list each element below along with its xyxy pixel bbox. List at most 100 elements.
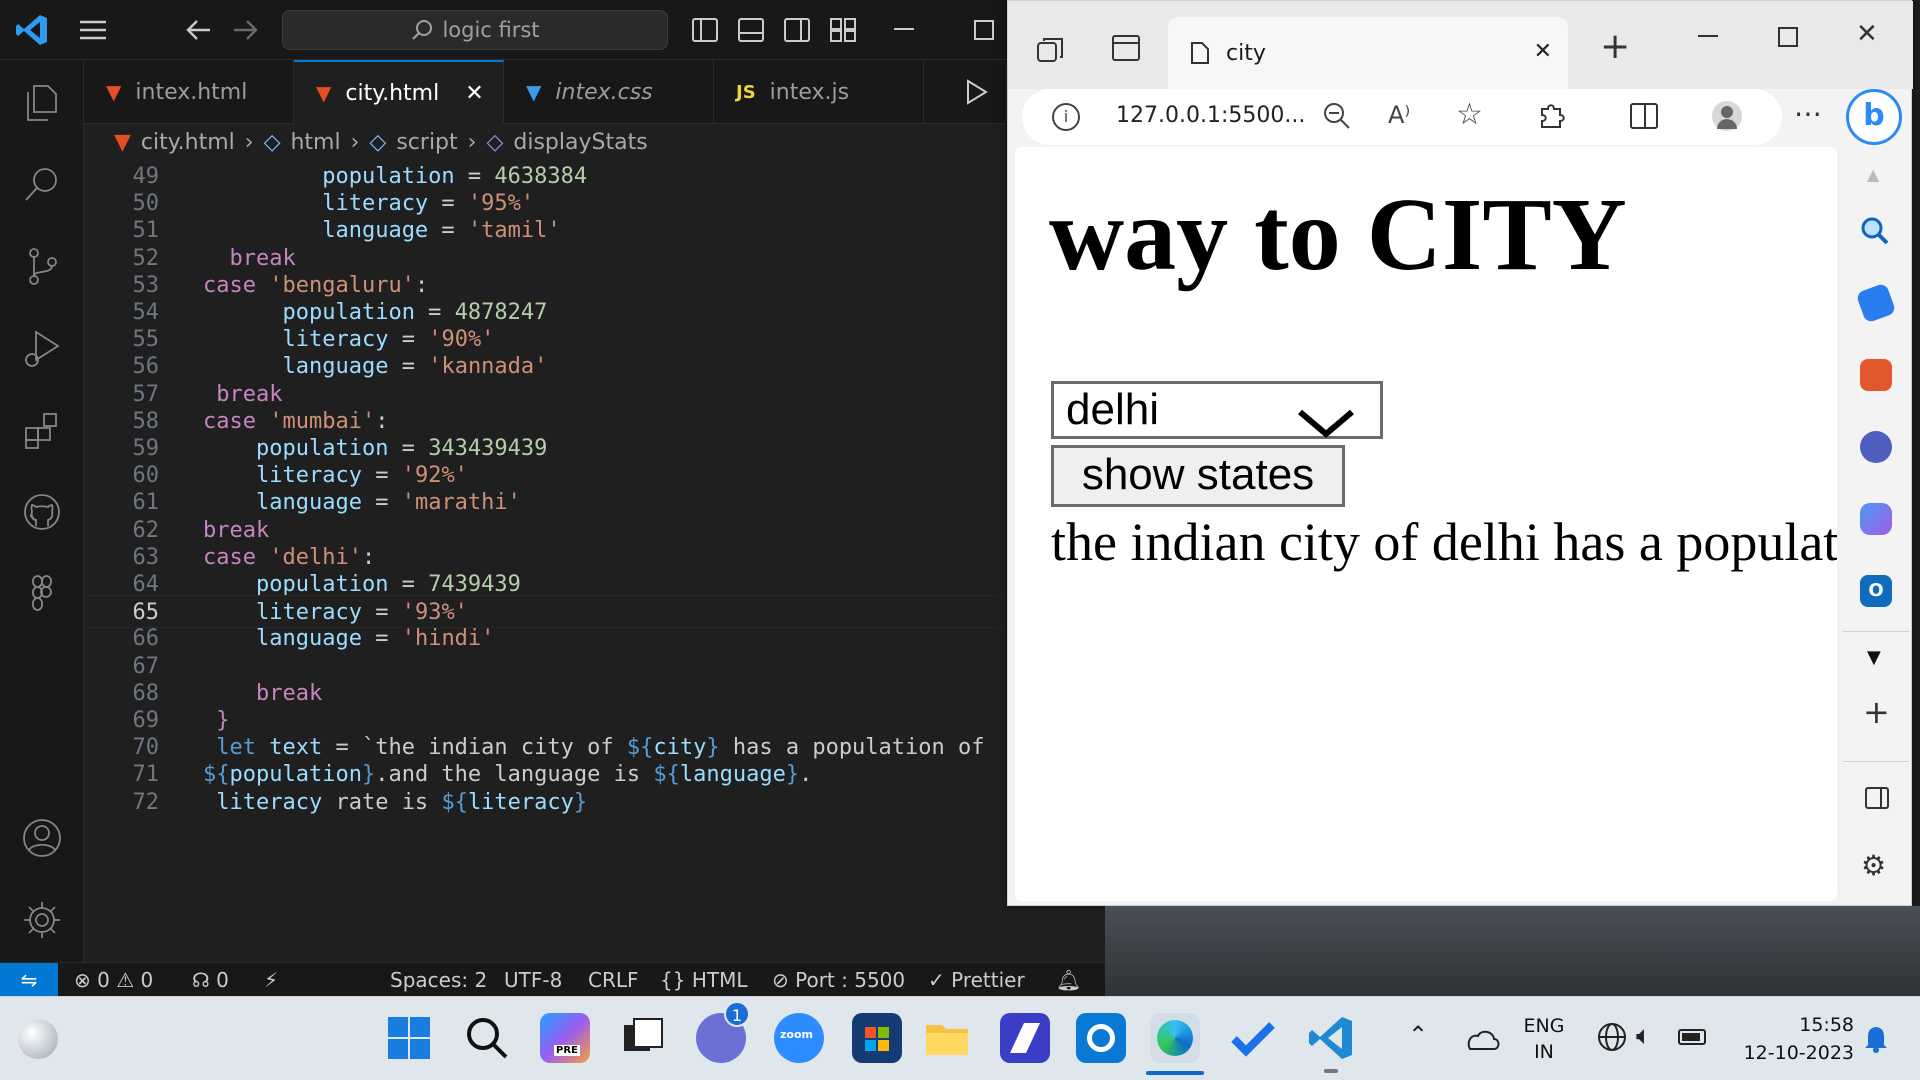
vscode-taskbar-icon[interactable]	[1306, 1013, 1356, 1073]
scroll-up-icon[interactable]: ▲	[1867, 165, 1879, 184]
volume-icon[interactable]: 🔈︎	[1636, 1021, 1652, 1052]
minimize-icon[interactable]	[1698, 35, 1718, 37]
tab-intex-html[interactable]: ▼ intex.html	[84, 60, 294, 124]
github-icon[interactable]	[18, 488, 66, 536]
account-icon[interactable]	[18, 814, 66, 862]
breadcrumb-script[interactable]: script	[396, 130, 457, 155]
maximize-icon[interactable]	[1778, 27, 1798, 47]
page-icon	[1190, 41, 1210, 65]
explorer-icon[interactable]	[18, 78, 66, 126]
clock-date: 12-10-2023	[1743, 1042, 1854, 1064]
teams-chat-icon[interactable]: 1	[696, 1001, 750, 1063]
cortana-icon[interactable]	[1076, 1013, 1126, 1063]
bell-icon[interactable]: 🔔︎	[1056, 963, 1081, 997]
notifications-bell-icon[interactable]	[1862, 1023, 1890, 1057]
lightning-icon[interactable]: ⚡	[264, 963, 278, 997]
code-line[interactable]: 72 literacy rate is ${literacy}	[84, 786, 1005, 819]
visual-studio-icon[interactable]	[1000, 1013, 1050, 1063]
vscode-logo-icon	[14, 12, 50, 48]
copilot-icon[interactable]: b	[1846, 89, 1902, 145]
zoom-icon[interactable]: zoom	[774, 1013, 824, 1063]
city-select[interactable]: delhi	[1051, 381, 1383, 439]
info-icon[interactable]: i	[1052, 103, 1080, 131]
encoding-status[interactable]: UTF-8	[504, 963, 562, 997]
menu-icon[interactable]	[78, 18, 108, 42]
split-screen-icon[interactable]	[1630, 103, 1658, 129]
source-control-icon[interactable]	[18, 242, 66, 290]
outlook-icon[interactable]: O	[1860, 575, 1892, 607]
toggle-primary-sidebar-icon[interactable]	[692, 18, 718, 42]
add-sidebar-app-icon[interactable]: +	[1863, 693, 1890, 731]
toggle-panel-icon[interactable]	[738, 18, 764, 42]
extensions-icon[interactable]	[18, 406, 66, 454]
settings-gear-icon[interactable]	[18, 896, 66, 944]
file-explorer-icon[interactable]	[922, 1013, 972, 1063]
browser-tab-city[interactable]: city ✕	[1168, 17, 1568, 89]
battery-icon[interactable]	[1678, 1029, 1706, 1045]
show-states-button[interactable]: show states	[1051, 445, 1345, 507]
run-icon[interactable]	[964, 78, 990, 106]
tab-intex-css[interactable]: ▼ intex.css	[504, 60, 714, 124]
close-tab-icon[interactable]: ✕	[465, 81, 483, 106]
code-text: literacy rate is ${literacy}	[216, 789, 588, 815]
copilot-preview-icon[interactable]: PRE	[540, 1013, 590, 1063]
clock[interactable]: 15:58 12-10-2023	[1730, 1011, 1854, 1067]
search-icon[interactable]	[462, 1013, 512, 1063]
run-debug-icon[interactable]	[18, 324, 66, 372]
indentation-status[interactable]: Spaces: 2	[390, 963, 487, 997]
close-tab-icon[interactable]: ✕	[1534, 39, 1552, 64]
favorite-star-icon[interactable]: ☆	[1456, 97, 1483, 132]
forward-arrow-icon[interactable]	[230, 16, 260, 44]
maximize-icon[interactable]	[974, 20, 994, 40]
games-icon[interactable]	[1860, 431, 1892, 463]
live-server-port-status[interactable]: ⊘ Port : 5500	[772, 963, 905, 997]
read-aloud-icon[interactable]: A⁾	[1388, 101, 1410, 129]
tab-intex-js[interactable]: JS intex.js	[714, 60, 924, 124]
onedrive-cloud-icon[interactable]	[1462, 1023, 1502, 1057]
address-bar[interactable]: i 127.0.0.1:5500... A⁾ ☆	[1022, 89, 1782, 145]
task-view-icon[interactable]	[618, 1013, 668, 1063]
show-hidden-icons-chevron-icon[interactable]: ⌃	[1408, 1021, 1428, 1049]
edge-browser-icon[interactable]	[1146, 1013, 1204, 1075]
search-icon[interactable]	[1859, 215, 1891, 251]
workspaces-icon[interactable]	[1036, 35, 1066, 63]
eol-status[interactable]: CRLF	[588, 963, 639, 997]
problems-indicator[interactable]: ⊗ 0 ⚠ 0	[74, 963, 153, 997]
toggle-secondary-sidebar-icon[interactable]	[784, 18, 810, 42]
zoom-out-icon[interactable]	[1322, 101, 1352, 137]
todo-check-icon[interactable]	[1228, 1013, 1278, 1063]
microsoft-365-icon[interactable]	[1860, 503, 1892, 535]
close-window-icon[interactable]: ✕	[1856, 19, 1878, 49]
figma-icon[interactable]	[18, 570, 66, 618]
tab-actions-icon[interactable]	[1112, 35, 1140, 61]
ports-indicator[interactable]: ☊ 0	[192, 963, 229, 997]
start-windows-icon[interactable]	[384, 1013, 434, 1063]
search-icon	[410, 18, 434, 42]
weather-widget-icon[interactable]	[18, 1019, 58, 1059]
customize-layout-icon[interactable]	[830, 18, 856, 42]
breadcrumb-file[interactable]: city.html	[141, 130, 235, 155]
language-mode-status[interactable]: {} HTML	[660, 963, 747, 997]
minimize-icon[interactable]	[894, 28, 914, 30]
sidebar-settings-gear-icon[interactable]: ⚙	[1861, 849, 1886, 882]
remote-indicator[interactable]: ⇋	[0, 963, 58, 997]
breadcrumb-html[interactable]: html	[290, 130, 340, 155]
command-search-box[interactable]: logic first	[282, 10, 668, 50]
prettier-status[interactable]: ✓ Prettier	[928, 963, 1025, 997]
tools-briefcase-icon[interactable]	[1860, 359, 1892, 391]
hide-sidebar-icon[interactable]	[1865, 787, 1889, 809]
sidebar-collapse-chevron-icon[interactable]: ▼	[1867, 647, 1881, 668]
more-options-icon[interactable]: ⋯	[1794, 97, 1822, 130]
tab-city-html[interactable]: ▼ city.html ✕	[294, 60, 504, 124]
search-icon[interactable]	[18, 160, 66, 208]
profile-icon[interactable]	[1712, 101, 1742, 131]
breadcrumb-function[interactable]: displayStats	[513, 130, 647, 155]
code-editor[interactable]: 49 population = 4638384 50 literacy = '95…	[84, 160, 1005, 962]
network-globe-icon[interactable]	[1596, 1021, 1628, 1057]
microsoft-store-icon[interactable]	[852, 1013, 902, 1063]
new-tab-icon[interactable]: +	[1600, 27, 1630, 67]
input-language-indicator[interactable]: ENG IN	[1520, 1013, 1568, 1065]
back-arrow-icon[interactable]	[184, 16, 214, 44]
shopping-tag-icon[interactable]	[1855, 282, 1897, 324]
extensions-puzzle-icon[interactable]	[1536, 99, 1568, 137]
